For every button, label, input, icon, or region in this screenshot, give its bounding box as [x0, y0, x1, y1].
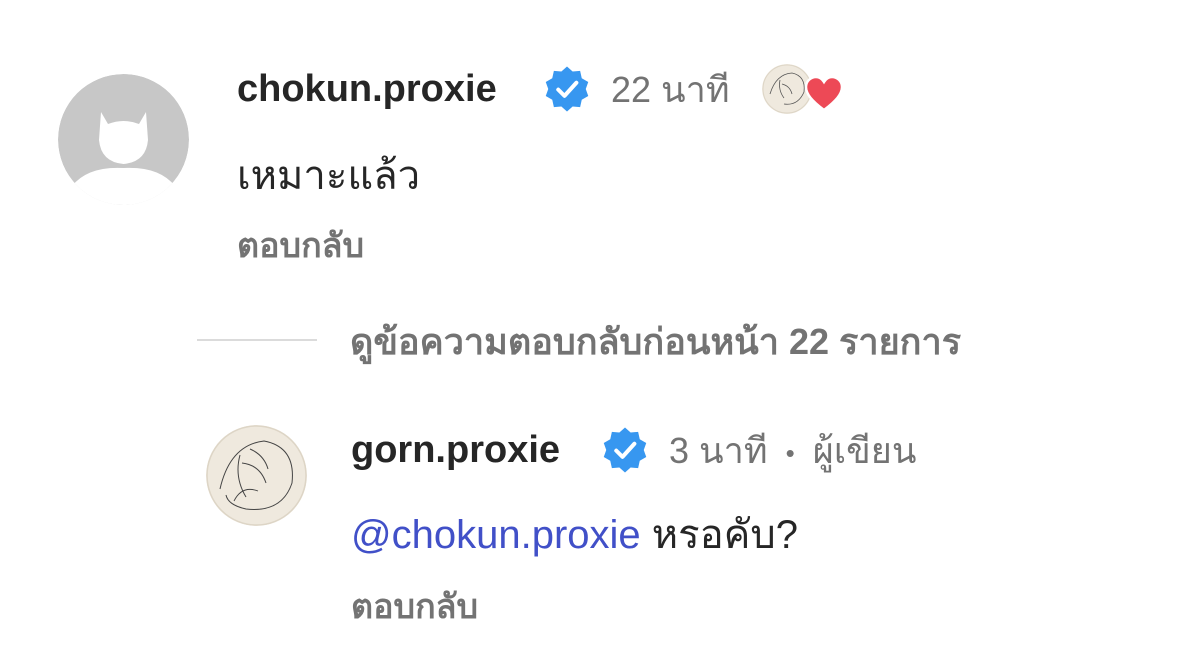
- avatar-default[interactable]: [58, 74, 189, 205]
- view-previous-replies-button[interactable]: ดูข้อความตอบกลับก่อนหน้า 22 รายการ: [350, 324, 961, 360]
- heart-icon: [804, 75, 844, 112]
- verified-badge-icon: [600, 425, 650, 475]
- mention-link[interactable]: @chokun.proxie: [351, 513, 641, 557]
- reply-timestamp: 3 นาที: [669, 430, 768, 471]
- default-avatar-icon: [58, 74, 189, 205]
- verified-badge-icon: [542, 64, 592, 114]
- reply-meta: 3 นาที • ผู้เขียน: [669, 433, 916, 469]
- reply-text: @chokun.proxie หรอคับ?: [351, 515, 798, 555]
- comment-timestamp: 22 นาที: [611, 69, 730, 110]
- author-avatar[interactable]: [206, 425, 307, 526]
- reply-text-content: หรอคับ?: [640, 513, 799, 557]
- comment-text: เหมาะแล้ว: [237, 154, 421, 198]
- meta-separator: •: [785, 438, 795, 469]
- replies-divider: [197, 339, 317, 341]
- reply-reply-button[interactable]: ตอบกลับ: [351, 590, 478, 624]
- author-label: ผู้เขียน: [812, 430, 917, 471]
- comment-reply-button[interactable]: ตอบกลับ: [237, 229, 364, 263]
- reply-username[interactable]: gorn.proxie: [351, 431, 560, 469]
- liked-by-author-indicator: [762, 64, 848, 116]
- comment-username[interactable]: chokun.proxie: [237, 70, 497, 108]
